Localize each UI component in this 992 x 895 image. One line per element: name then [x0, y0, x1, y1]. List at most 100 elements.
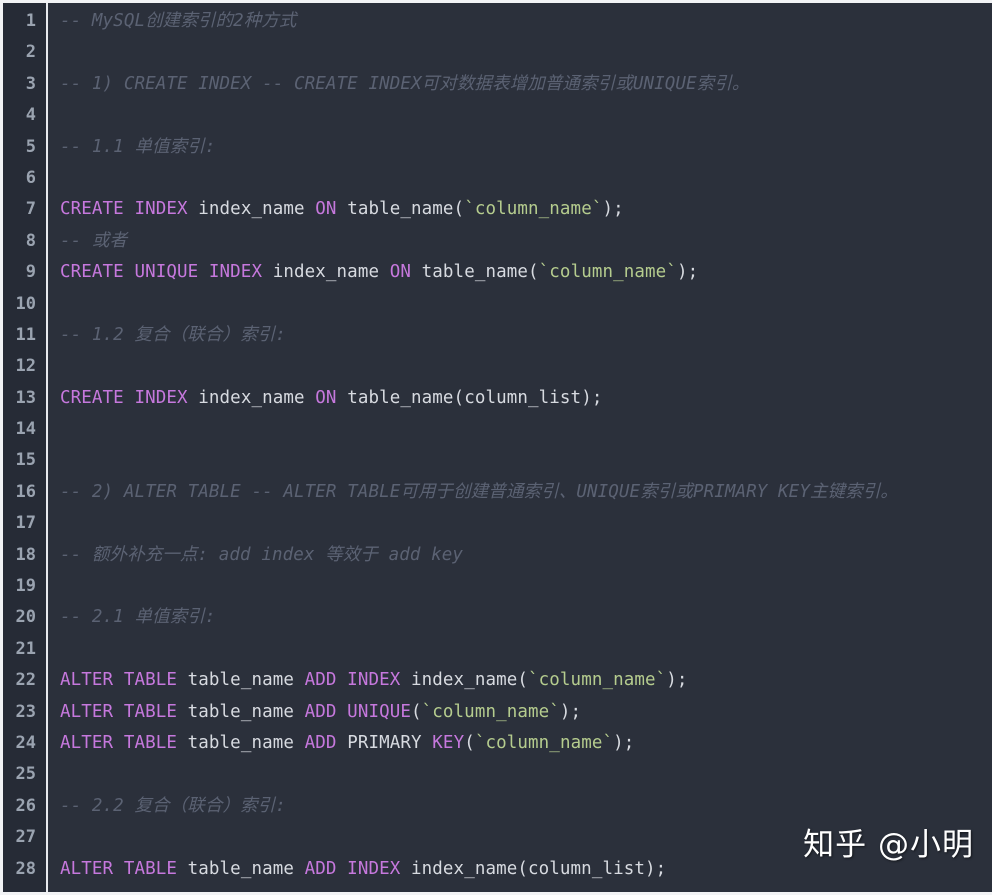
- line-number: 24: [15, 732, 36, 753]
- token-ident: table_name: [177, 701, 305, 722]
- token-comment: -- 1) CREATE INDEX -- CREATE INDEX可对数据表增…: [60, 73, 750, 94]
- token-keyword: ALTER TABLE: [60, 858, 177, 879]
- token-keyword: ALTER TABLE: [60, 670, 177, 691]
- line-text: ALTER TABLE table_name ADD PRIMARY KEY(`…: [60, 728, 634, 759]
- token-comment: -- MySQL创建索引的2种方式: [60, 11, 297, 31]
- code-line[interactable]: 16 -- 2) ALTER TABLE -- ALTER TABLE可用于创建普…: [3, 477, 992, 508]
- watermark-label: 知乎 @小明: [803, 827, 974, 863]
- token-string: `column_name`: [464, 199, 603, 220]
- token-ident: table_name(: [336, 199, 465, 220]
- line-number: 15: [15, 450, 36, 471]
- code-line[interactable]: 22 ALTER TABLE table_name ADD INDEX index…: [3, 665, 992, 696]
- code-line[interactable]: 21: [3, 634, 992, 665]
- token-keyword: KEY: [432, 732, 465, 753]
- line-text: -- 2) ALTER TABLE -- ALTER TABLE可用于创建普通索…: [60, 477, 898, 508]
- code-line[interactable]: 3 -- 1) CREATE INDEX -- CREATE INDEX可对数据表…: [3, 69, 992, 100]
- line-text: -- 1.1 单值索引:: [60, 132, 216, 163]
- token-string: `column_name`: [538, 262, 677, 283]
- token-comment: -- 额外补充一点: add index 等效于 add key: [60, 544, 464, 565]
- code-lines-container[interactable]: 1 -- MySQL创建索引的2种方式 2 3 -- 1) CREATE INDEX -…: [3, 3, 992, 892]
- code-editor-window: 1 -- MySQL创建索引的2种方式 2 3 -- 1) CREATE INDEX -…: [0, 0, 992, 895]
- code-line[interactable]: 6: [3, 163, 992, 194]
- line-number: 6: [25, 167, 36, 188]
- token-comment: -- 2.1 单值索引:: [60, 607, 216, 628]
- line-number: 2: [25, 42, 36, 63]
- line-number: 23: [15, 701, 36, 722]
- code-line[interactable]: 13 CREATE INDEX index_name ON table_name(…: [3, 383, 992, 414]
- line-number: 7: [25, 199, 36, 220]
- line-number: 19: [15, 576, 36, 597]
- token-punct: );: [676, 262, 699, 283]
- line-number: 21: [15, 638, 36, 659]
- code-line[interactable]: 2: [3, 37, 992, 68]
- token-string: `column_name`: [528, 670, 667, 691]
- code-line[interactable]: 1 -- MySQL创建索引的2种方式: [3, 6, 992, 37]
- line-text: CREATE INDEX index_name ON table_name(`c…: [60, 194, 624, 225]
- token-punct: );: [602, 199, 624, 220]
- line-number: 25: [15, 764, 36, 785]
- token-ident: index_name: [187, 387, 316, 408]
- token-punct: );: [559, 701, 582, 722]
- line-number: 4: [25, 105, 36, 126]
- token-punct: );: [613, 732, 635, 753]
- token-comment: -- 1.2 复合（联合）索引:: [60, 324, 286, 345]
- token-string: `column_name`: [474, 732, 614, 753]
- token-keyword: CREATE INDEX: [60, 199, 188, 220]
- code-line[interactable]: 26 -- 2.2 复合（联合）索引:: [3, 791, 992, 822]
- token-comment: -- 2) ALTER TABLE -- ALTER TABLE可用于创建普通索…: [60, 481, 898, 502]
- token-keyword: ALTER TABLE: [60, 732, 177, 753]
- code-line[interactable]: 10: [3, 289, 992, 320]
- code-line[interactable]: 11 -- 1.2 复合（联合）索引:: [3, 320, 992, 351]
- line-number: 26: [15, 795, 36, 816]
- token-punct: (: [411, 701, 422, 722]
- code-line[interactable]: 4: [3, 100, 992, 131]
- code-line[interactable]: 15: [3, 445, 992, 476]
- code-line[interactable]: 14: [3, 414, 992, 445]
- token-keyword: CREATE INDEX: [60, 387, 188, 408]
- token-string: `column_name`: [421, 701, 560, 722]
- line-number: 12: [15, 356, 36, 377]
- line-number: 1: [25, 11, 36, 31]
- token-ident: index_name: [187, 199, 316, 220]
- code-line[interactable]: 19: [3, 571, 992, 602]
- code-line[interactable]: 9 CREATE UNIQUE INDEX index_name ON table…: [3, 257, 992, 288]
- token-keyword: ON: [389, 262, 412, 283]
- token-punct: );: [666, 670, 688, 691]
- code-line[interactable]: 7 CREATE INDEX index_name ON table_name(`…: [3, 194, 992, 225]
- line-text: -- 额外补充一点: add index 等效于 add key: [60, 540, 463, 571]
- line-text: CREATE UNIQUE INDEX index_name ON table_…: [60, 257, 698, 288]
- line-text: -- MySQL创建索引的2种方式: [60, 6, 297, 37]
- line-text: ALTER TABLE table_name ADD INDEX index_n…: [60, 854, 666, 885]
- token-comment: -- 2.2 复合（联合）索引:: [60, 795, 286, 816]
- code-line[interactable]: 8 -- 或者: [3, 226, 992, 257]
- code-content-area[interactable]: 1 -- MySQL创建索引的2种方式 2 3 -- 1) CREATE INDEX -…: [3, 3, 992, 892]
- code-line[interactable]: 17: [3, 508, 992, 539]
- token-keyword: CREATE UNIQUE INDEX: [60, 262, 263, 283]
- token-keyword: ON: [315, 199, 337, 220]
- token-keyword: ADD INDEX: [304, 858, 401, 879]
- code-line[interactable]: 24 ALTER TABLE table_name ADD PRIMARY KEY…: [3, 728, 992, 759]
- line-number: 18: [15, 544, 36, 565]
- token-ident: index_name(: [400, 670, 529, 691]
- code-line[interactable]: 5 -- 1.1 单值索引:: [3, 132, 992, 163]
- code-line[interactable]: 23 ALTER TABLE table_name ADD UNIQUE(`col…: [3, 697, 992, 728]
- token-keyword: ADD INDEX: [304, 670, 401, 691]
- line-number: 28: [15, 858, 36, 879]
- token-keyword: ON: [315, 387, 337, 408]
- token-keyword: ALTER TABLE: [60, 701, 177, 722]
- line-text: CREATE INDEX index_name ON table_name(co…: [60, 383, 602, 414]
- token-keyword: ADD UNIQUE: [304, 701, 411, 722]
- line-number: 22: [15, 670, 36, 691]
- line-number: 5: [25, 136, 36, 157]
- line-text: -- 2.2 复合（联合）索引:: [60, 791, 286, 822]
- token-ident: index_name(column_list);: [400, 858, 667, 879]
- code-line[interactable]: 20 -- 2.1 单值索引:: [3, 602, 992, 633]
- code-line[interactable]: 18 -- 额外补充一点: add index 等效于 add key: [3, 540, 992, 571]
- line-number: 11: [15, 324, 36, 345]
- line-number: 20: [15, 607, 36, 628]
- code-line[interactable]: 12: [3, 351, 992, 382]
- token-ident: PRIMARY: [336, 732, 433, 753]
- token-punct: (: [464, 732, 475, 753]
- code-line[interactable]: 25: [3, 759, 992, 790]
- line-text: -- 1.2 复合（联合）索引:: [60, 320, 286, 351]
